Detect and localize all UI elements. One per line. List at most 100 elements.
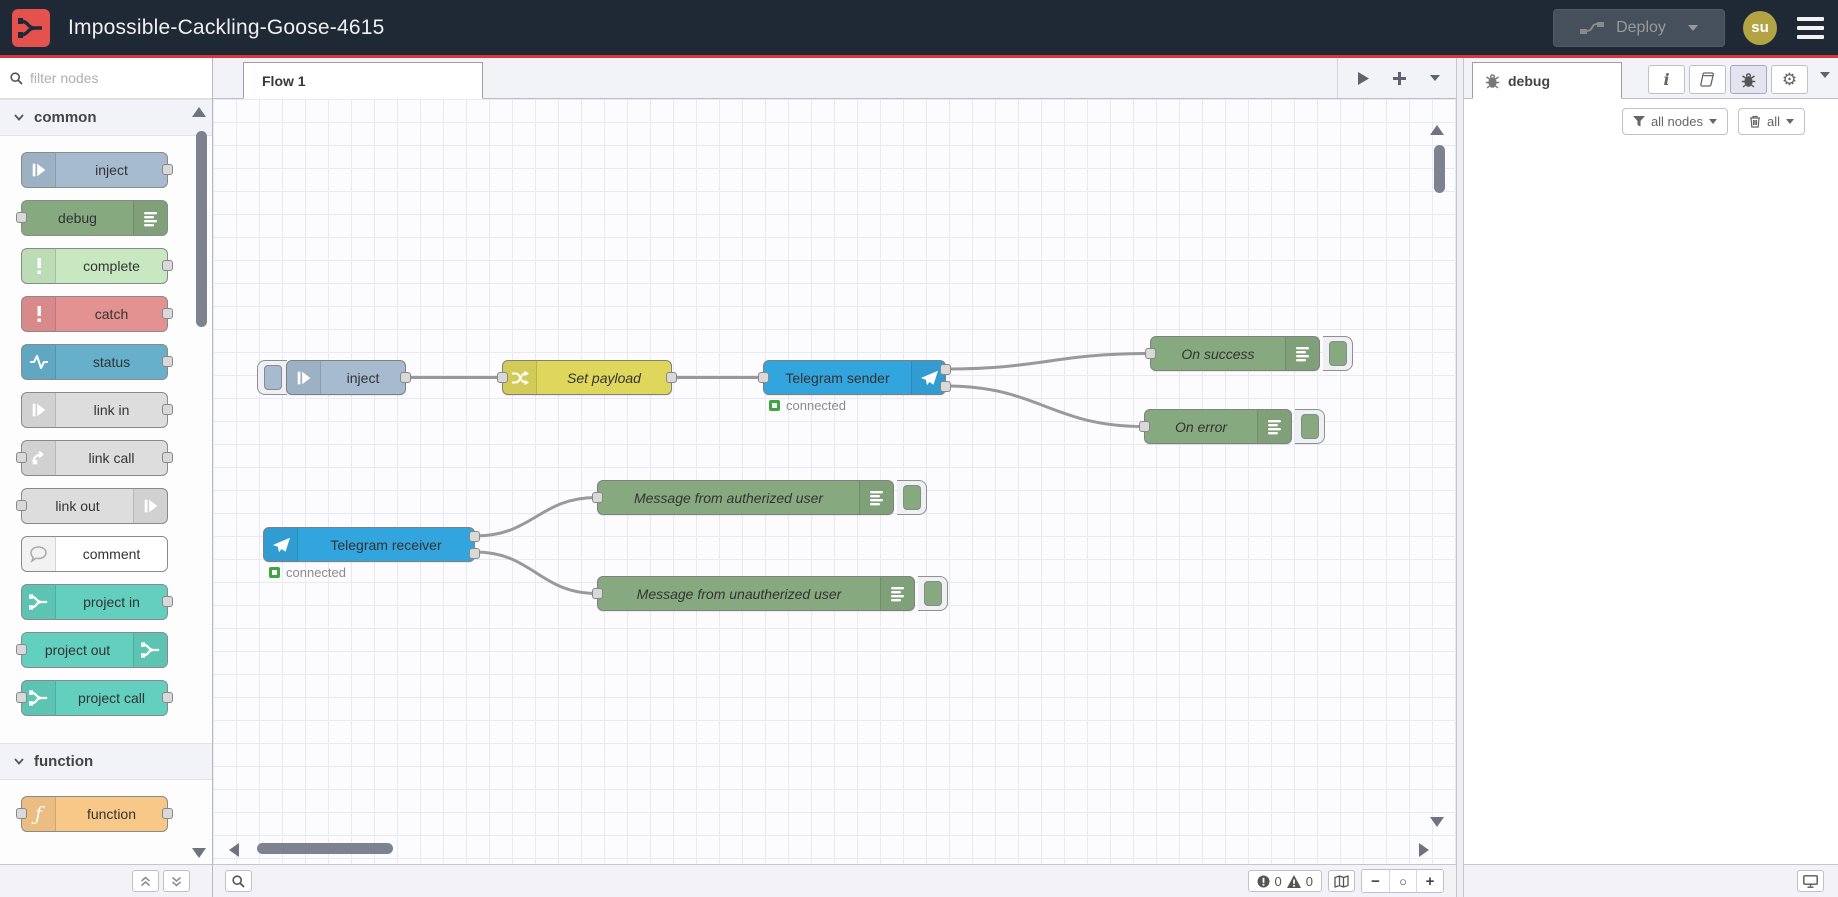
canvas-search-button[interactable] bbox=[225, 870, 252, 892]
flow-node-msg-authorized[interactable]: Message from autherized user bbox=[592, 480, 894, 515]
palette-scrollbar-thumb[interactable] bbox=[196, 131, 207, 327]
output-port[interactable] bbox=[162, 356, 173, 367]
output-port[interactable] bbox=[666, 371, 677, 383]
info-tab-button[interactable]: i bbox=[1648, 65, 1685, 94]
palette-node-inject[interactable]: inject bbox=[21, 152, 173, 188]
output-port-1[interactable] bbox=[940, 364, 951, 375]
help-tab-button[interactable] bbox=[1689, 65, 1726, 94]
output-port[interactable] bbox=[162, 692, 173, 703]
tab-flow-1[interactable]: Flow 1 bbox=[243, 62, 483, 99]
input-port[interactable] bbox=[592, 491, 603, 503]
canvas-vscrollbar-thumb[interactable] bbox=[1434, 145, 1445, 193]
palette-node-link-in[interactable]: link in bbox=[21, 392, 173, 428]
flow-node-msg-unauthorized[interactable]: Message from unautherized user bbox=[592, 576, 915, 611]
flow-node-telegram-receiver[interactable]: Telegram receiver bbox=[263, 527, 480, 562]
palette-node-debug[interactable]: debug bbox=[16, 200, 168, 236]
tab-debug[interactable]: debug bbox=[1472, 62, 1622, 99]
debug-tab-button[interactable] bbox=[1730, 65, 1767, 94]
output-port[interactable] bbox=[162, 452, 173, 463]
zoom-out-button[interactable]: − bbox=[1362, 870, 1389, 892]
palette-node-function[interactable]: ƒ function bbox=[16, 796, 173, 832]
output-port[interactable] bbox=[162, 596, 173, 607]
output-port[interactable] bbox=[162, 308, 173, 319]
flow-canvas[interactable]: inject Set payload Telegram sender conne… bbox=[213, 99, 1456, 864]
output-port-2[interactable] bbox=[469, 548, 480, 559]
input-port[interactable] bbox=[758, 371, 769, 383]
debug-toggle-button[interactable] bbox=[1323, 336, 1353, 371]
input-port[interactable] bbox=[1139, 420, 1150, 432]
output-port-1[interactable] bbox=[469, 531, 480, 542]
palette-scroll-up-icon[interactable] bbox=[192, 107, 206, 117]
palette-footer bbox=[0, 864, 212, 897]
navigator-button[interactable] bbox=[1328, 870, 1355, 892]
flow-node-set-payload[interactable]: Set payload bbox=[497, 360, 677, 395]
output-port[interactable] bbox=[162, 164, 173, 175]
expand-all-button[interactable] bbox=[163, 870, 190, 892]
canvas-scroll-down-icon[interactable] bbox=[1430, 817, 1444, 827]
debug-clear-button[interactable]: all bbox=[1737, 107, 1805, 135]
palette-category-common[interactable]: common bbox=[0, 99, 212, 136]
input-port[interactable] bbox=[16, 808, 27, 819]
palette-node-project-call[interactable]: project call bbox=[16, 680, 173, 716]
palette-node-status[interactable]: status bbox=[21, 344, 173, 380]
user-avatar[interactable]: su bbox=[1743, 10, 1777, 45]
palette-node-complete[interactable]: complete bbox=[21, 248, 173, 284]
palette-node-link-out[interactable]: link out bbox=[16, 488, 168, 524]
open-in-window-button[interactable] bbox=[1797, 870, 1824, 892]
error-circle-icon bbox=[1257, 875, 1270, 887]
palette-category-function[interactable]: function bbox=[0, 743, 212, 780]
flow-node-telegram-sender[interactable]: Telegram sender bbox=[758, 360, 951, 395]
pulse-icon bbox=[22, 345, 56, 379]
flow-node-inject[interactable]: inject bbox=[286, 360, 411, 395]
palette-search-input[interactable] bbox=[30, 70, 180, 86]
canvas-scroll-right-icon[interactable] bbox=[1419, 843, 1429, 857]
input-port[interactable] bbox=[592, 587, 603, 599]
flow-node-on-error[interactable]: On error bbox=[1139, 409, 1292, 444]
canvas-scroll-up-icon[interactable] bbox=[1430, 125, 1444, 135]
input-port[interactable] bbox=[16, 692, 27, 703]
debug-toggle-button[interactable] bbox=[918, 576, 948, 611]
output-port[interactable] bbox=[400, 371, 411, 383]
palette-scroll-down-icon[interactable] bbox=[192, 848, 206, 858]
input-port[interactable] bbox=[16, 212, 27, 223]
palette-search[interactable] bbox=[0, 58, 212, 99]
input-port[interactable] bbox=[16, 644, 27, 655]
debug-toggle-button[interactable] bbox=[1295, 409, 1325, 444]
inject-trigger-button[interactable] bbox=[257, 360, 287, 395]
flow-node-on-success[interactable]: On success bbox=[1145, 336, 1320, 371]
canvas-hscrollbar-thumb[interactable] bbox=[257, 843, 393, 854]
chevron-down-icon bbox=[1430, 75, 1440, 81]
main-menu-icon[interactable] bbox=[1795, 13, 1826, 43]
collapse-all-button[interactable] bbox=[132, 870, 159, 892]
search-icon bbox=[10, 71, 23, 85]
input-port[interactable] bbox=[1145, 347, 1156, 359]
palette-node-project-out[interactable]: project out bbox=[16, 632, 168, 668]
add-flow-button[interactable] bbox=[1386, 65, 1412, 91]
palette-node-comment[interactable]: comment bbox=[21, 536, 168, 572]
input-port[interactable] bbox=[16, 500, 27, 511]
output-port-2[interactable] bbox=[940, 381, 951, 392]
debug-toggle-button[interactable] bbox=[897, 480, 927, 515]
input-port[interactable] bbox=[497, 371, 508, 383]
output-port[interactable] bbox=[162, 260, 173, 271]
debug-messages bbox=[1464, 143, 1838, 864]
flow-list-button[interactable] bbox=[1422, 65, 1448, 91]
output-port[interactable] bbox=[162, 404, 173, 415]
tab-scroll-right-button[interactable] bbox=[1350, 65, 1376, 91]
output-port[interactable] bbox=[162, 808, 173, 819]
input-port[interactable] bbox=[16, 452, 27, 463]
palette-node-link-call[interactable]: link call bbox=[16, 440, 173, 476]
palette-node-project-in[interactable]: project in bbox=[21, 584, 173, 620]
deploy-button[interactable]: Deploy bbox=[1553, 8, 1725, 47]
zoom-reset-button[interactable]: ○ bbox=[1389, 870, 1416, 892]
debug-filter-button[interactable]: all nodes bbox=[1621, 107, 1728, 135]
wire-sender-onsuccess bbox=[944, 352, 1152, 371]
notification-counts[interactable]: 0 0 bbox=[1247, 870, 1322, 892]
sidebar-menu-caret-icon[interactable] bbox=[1820, 72, 1830, 78]
sidebar-splitter[interactable] bbox=[1456, 58, 1464, 897]
palette-node-catch[interactable]: catch bbox=[21, 296, 173, 332]
zoom-in-button[interactable]: + bbox=[1416, 870, 1443, 892]
canvas-scroll-left-icon[interactable] bbox=[229, 843, 239, 857]
play-icon bbox=[1357, 71, 1369, 85]
config-tab-button[interactable]: ⚙ bbox=[1771, 65, 1808, 94]
